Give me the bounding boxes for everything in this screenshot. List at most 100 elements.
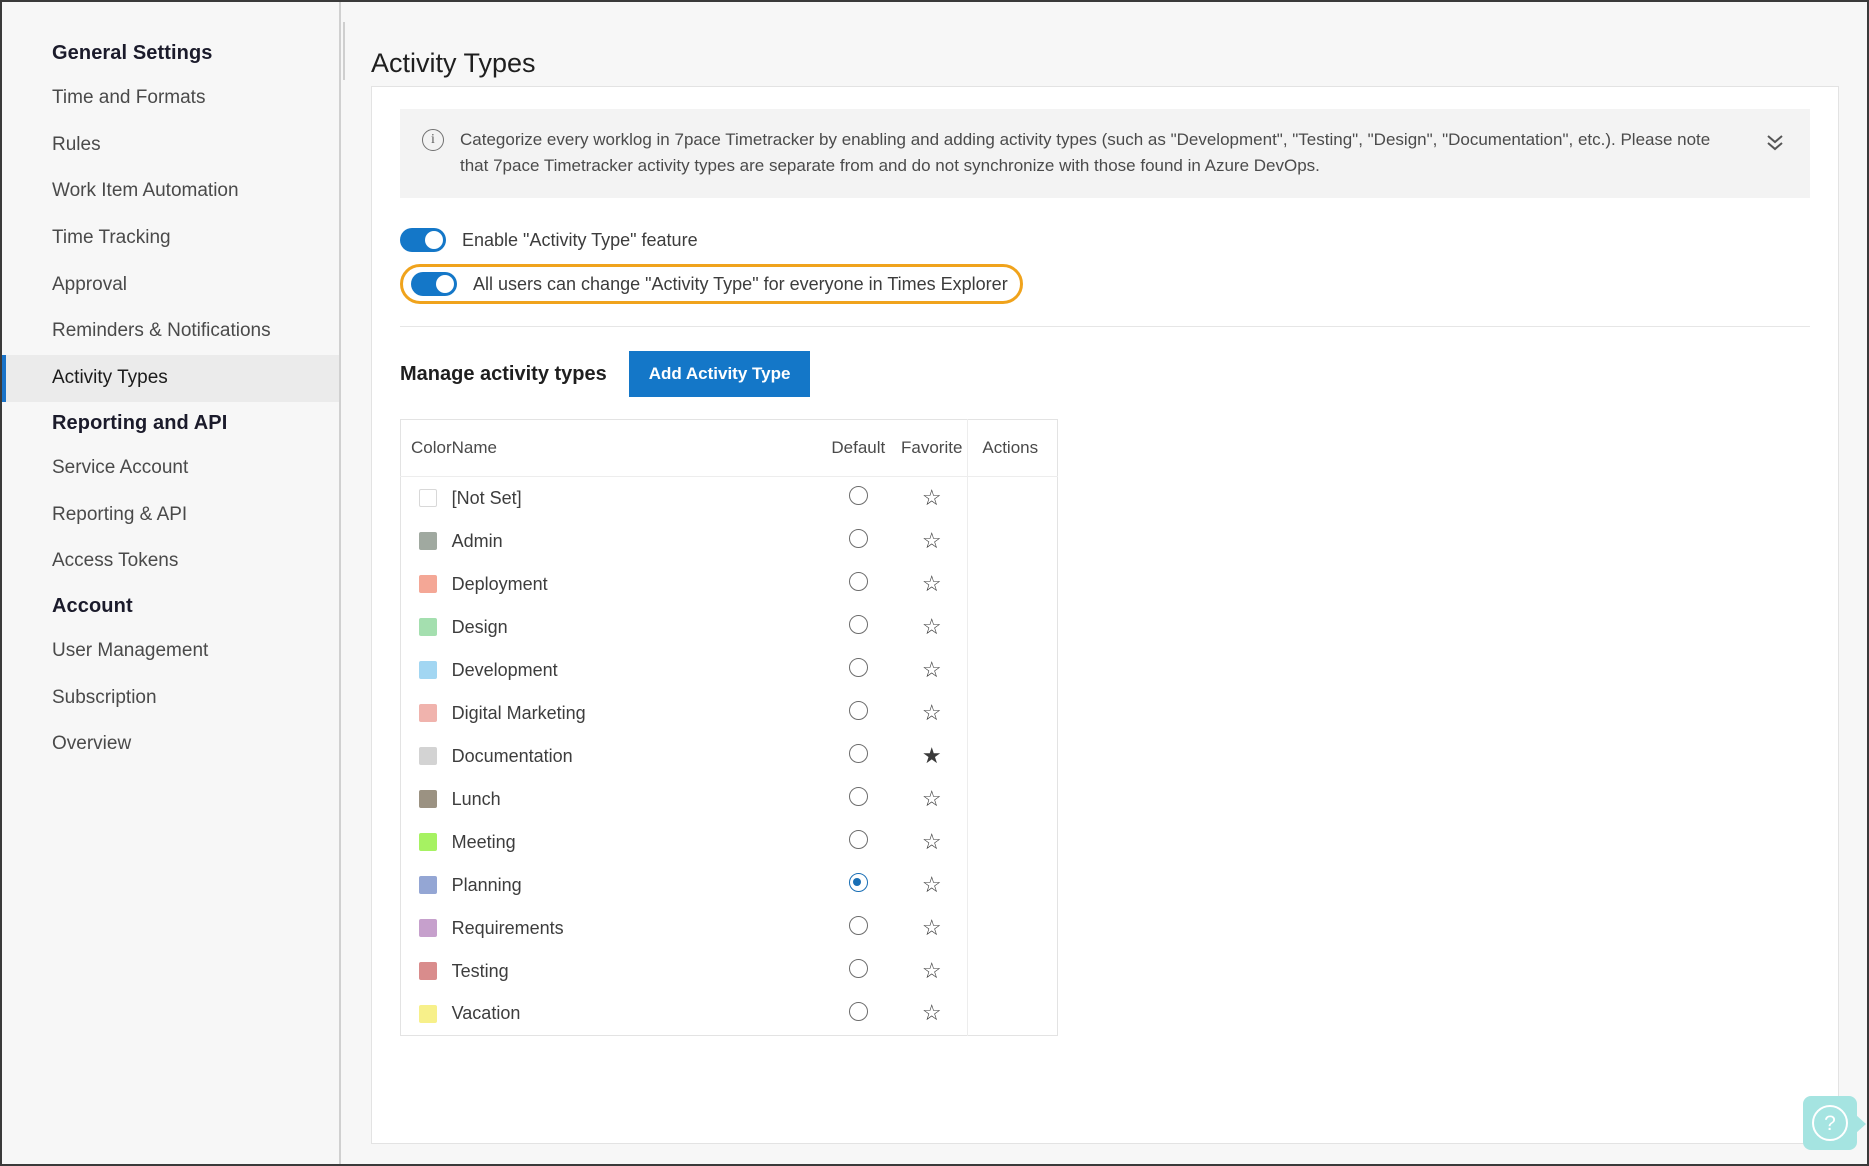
- cell-favorite: ☆: [896, 477, 968, 520]
- table-row: Lunch ☆: [401, 777, 1058, 821]
- cell-color: [401, 563, 452, 606]
- default-radio[interactable]: [848, 744, 868, 763]
- add-activity-type-button[interactable]: Add Activity Type: [628, 351, 811, 397]
- star-outline-icon[interactable]: ☆: [922, 787, 942, 810]
- color-swatch[interactable]: [419, 574, 437, 593]
- cell-actions: [967, 863, 1058, 907]
- activity-types-card: i Categorize every worklog in 7pace Time…: [371, 86, 1839, 1144]
- cell-name: Requirements: [451, 917, 564, 938]
- sidebar-item-reporting-api[interactable]: Reporting & API: [2, 492, 339, 539]
- sidebar-item-user-management[interactable]: User Management: [2, 628, 339, 675]
- star-outline-icon[interactable]: ☆: [922, 486, 942, 509]
- app-window: General Settings Time and Formats Rules Wor…: [0, 0, 1869, 1166]
- star-outline-icon[interactable]: ☆: [922, 873, 942, 896]
- table-row: Requirements ☆: [401, 906, 1058, 950]
- table-row: Deployment ☆: [401, 562, 1058, 606]
- color-swatch[interactable]: [419, 961, 437, 980]
- default-radio[interactable]: [848, 787, 868, 806]
- default-radio[interactable]: [848, 701, 868, 720]
- cell-color: [401, 778, 452, 821]
- star-outline-icon[interactable]: ☆: [922, 615, 942, 638]
- default-radio[interactable]: [848, 529, 868, 548]
- star-outline-icon[interactable]: ☆: [922, 658, 942, 681]
- info-banner-text: Categorize every worklog in 7pace Timetr…: [460, 130, 1711, 175]
- table-row: Design ☆: [401, 605, 1058, 649]
- table-row: Planning ☆: [401, 863, 1058, 907]
- color-swatch[interactable]: [419, 531, 437, 550]
- cell-actions: [967, 949, 1058, 993]
- cell-color: [401, 477, 452, 520]
- color-swatch[interactable]: [419, 746, 437, 765]
- cell-color: [401, 606, 452, 649]
- color-swatch[interactable]: [419, 489, 437, 508]
- color-swatch[interactable]: [419, 660, 437, 679]
- color-swatch[interactable]: [419, 703, 437, 722]
- sidebar-item-label: Reporting & API: [52, 503, 188, 525]
- enable-activity-type-toggle[interactable]: [400, 228, 446, 252]
- sidebar-item-work-item-automation[interactable]: Work Item Automation: [2, 168, 339, 215]
- column-header-actions: Actions: [967, 419, 1058, 477]
- cell-color: [401, 907, 452, 950]
- color-swatch[interactable]: [419, 875, 437, 894]
- sidebar-item-activity-types[interactable]: Activity Types: [2, 355, 339, 402]
- cell-default: [821, 563, 897, 606]
- default-radio[interactable]: [848, 572, 868, 591]
- table-row: Admin ☆: [401, 519, 1058, 563]
- sidebar-item-time-tracking[interactable]: Time Tracking: [2, 215, 339, 262]
- cell-default: [821, 735, 897, 778]
- sidebar-item-label: Service Account: [52, 456, 189, 478]
- cell-favorite: ☆: [896, 950, 968, 993]
- default-radio[interactable]: [848, 959, 868, 978]
- sidebar-item-rules[interactable]: Rules: [2, 122, 339, 169]
- star-outline-icon[interactable]: ☆: [922, 830, 942, 853]
- info-banner: i Categorize every worklog in 7pace Time…: [400, 109, 1810, 198]
- sidebar-item-label: Reminders & Notifications: [52, 320, 271, 342]
- sidebar-item-approval[interactable]: Approval: [2, 262, 339, 309]
- star-outline-icon[interactable]: ☆: [922, 916, 942, 939]
- cell-color: [401, 520, 452, 563]
- sidebar-item-service-account[interactable]: Service Account: [2, 445, 339, 492]
- color-swatch[interactable]: [419, 789, 437, 808]
- default-radio[interactable]: [848, 615, 868, 634]
- default-radio[interactable]: [848, 916, 868, 935]
- sidebar-item-time-and-formats[interactable]: Time and Formats: [2, 75, 339, 122]
- sidebar-item-label: Overview: [52, 733, 132, 755]
- cell-default: [821, 778, 897, 821]
- color-swatch[interactable]: [419, 617, 437, 636]
- cell-actions: [967, 476, 1058, 520]
- default-radio[interactable]: [848, 658, 868, 677]
- cell-favorite: ☆: [896, 907, 968, 950]
- help-button[interactable]: ?: [1803, 1096, 1866, 1150]
- default-radio[interactable]: [848, 830, 868, 849]
- sidebar-group-title: Reporting and API: [52, 411, 228, 434]
- sidebar-item-reminders-notifications[interactable]: Reminders & Notifications: [2, 308, 339, 355]
- star-outline-icon[interactable]: ☆: [922, 701, 942, 724]
- double-chevron-down-icon[interactable]: [1760, 127, 1790, 157]
- activity-types-table: Color Name Default Favorite Actions [Not…: [400, 419, 1058, 1036]
- manage-activity-types-row: Manage activity types Add Activity Type: [400, 351, 1810, 397]
- column-header-default: Default: [820, 419, 897, 477]
- sidebar-item-access-tokens[interactable]: Access Tokens: [2, 538, 339, 585]
- cell-favorite: ☆: [896, 864, 968, 907]
- cell-color: [401, 821, 452, 864]
- cell-default: [821, 907, 897, 950]
- table-row: Meeting ☆: [401, 820, 1058, 864]
- cell-default: [821, 950, 897, 993]
- color-swatch[interactable]: [419, 832, 437, 851]
- star-filled-icon[interactable]: ★: [922, 744, 942, 767]
- star-outline-icon[interactable]: ☆: [922, 1002, 942, 1024]
- star-outline-icon[interactable]: ☆: [922, 529, 942, 552]
- sidebar-item-label: Access Tokens: [52, 550, 179, 572]
- sidebar-item-overview[interactable]: Overview: [2, 721, 339, 768]
- color-swatch[interactable]: [419, 918, 437, 937]
- star-outline-icon[interactable]: ☆: [922, 959, 942, 982]
- all-users-change-toggle[interactable]: [411, 272, 457, 296]
- default-radio[interactable]: [848, 1001, 868, 1021]
- column-header-favorite: Favorite: [896, 419, 968, 477]
- sidebar-item-label: Work Item Automation: [52, 180, 239, 202]
- default-radio[interactable]: [848, 486, 868, 506]
- sidebar-item-subscription[interactable]: Subscription: [2, 675, 339, 722]
- default-radio[interactable]: [848, 873, 868, 892]
- color-swatch[interactable]: [419, 1004, 437, 1023]
- star-outline-icon[interactable]: ☆: [922, 572, 942, 595]
